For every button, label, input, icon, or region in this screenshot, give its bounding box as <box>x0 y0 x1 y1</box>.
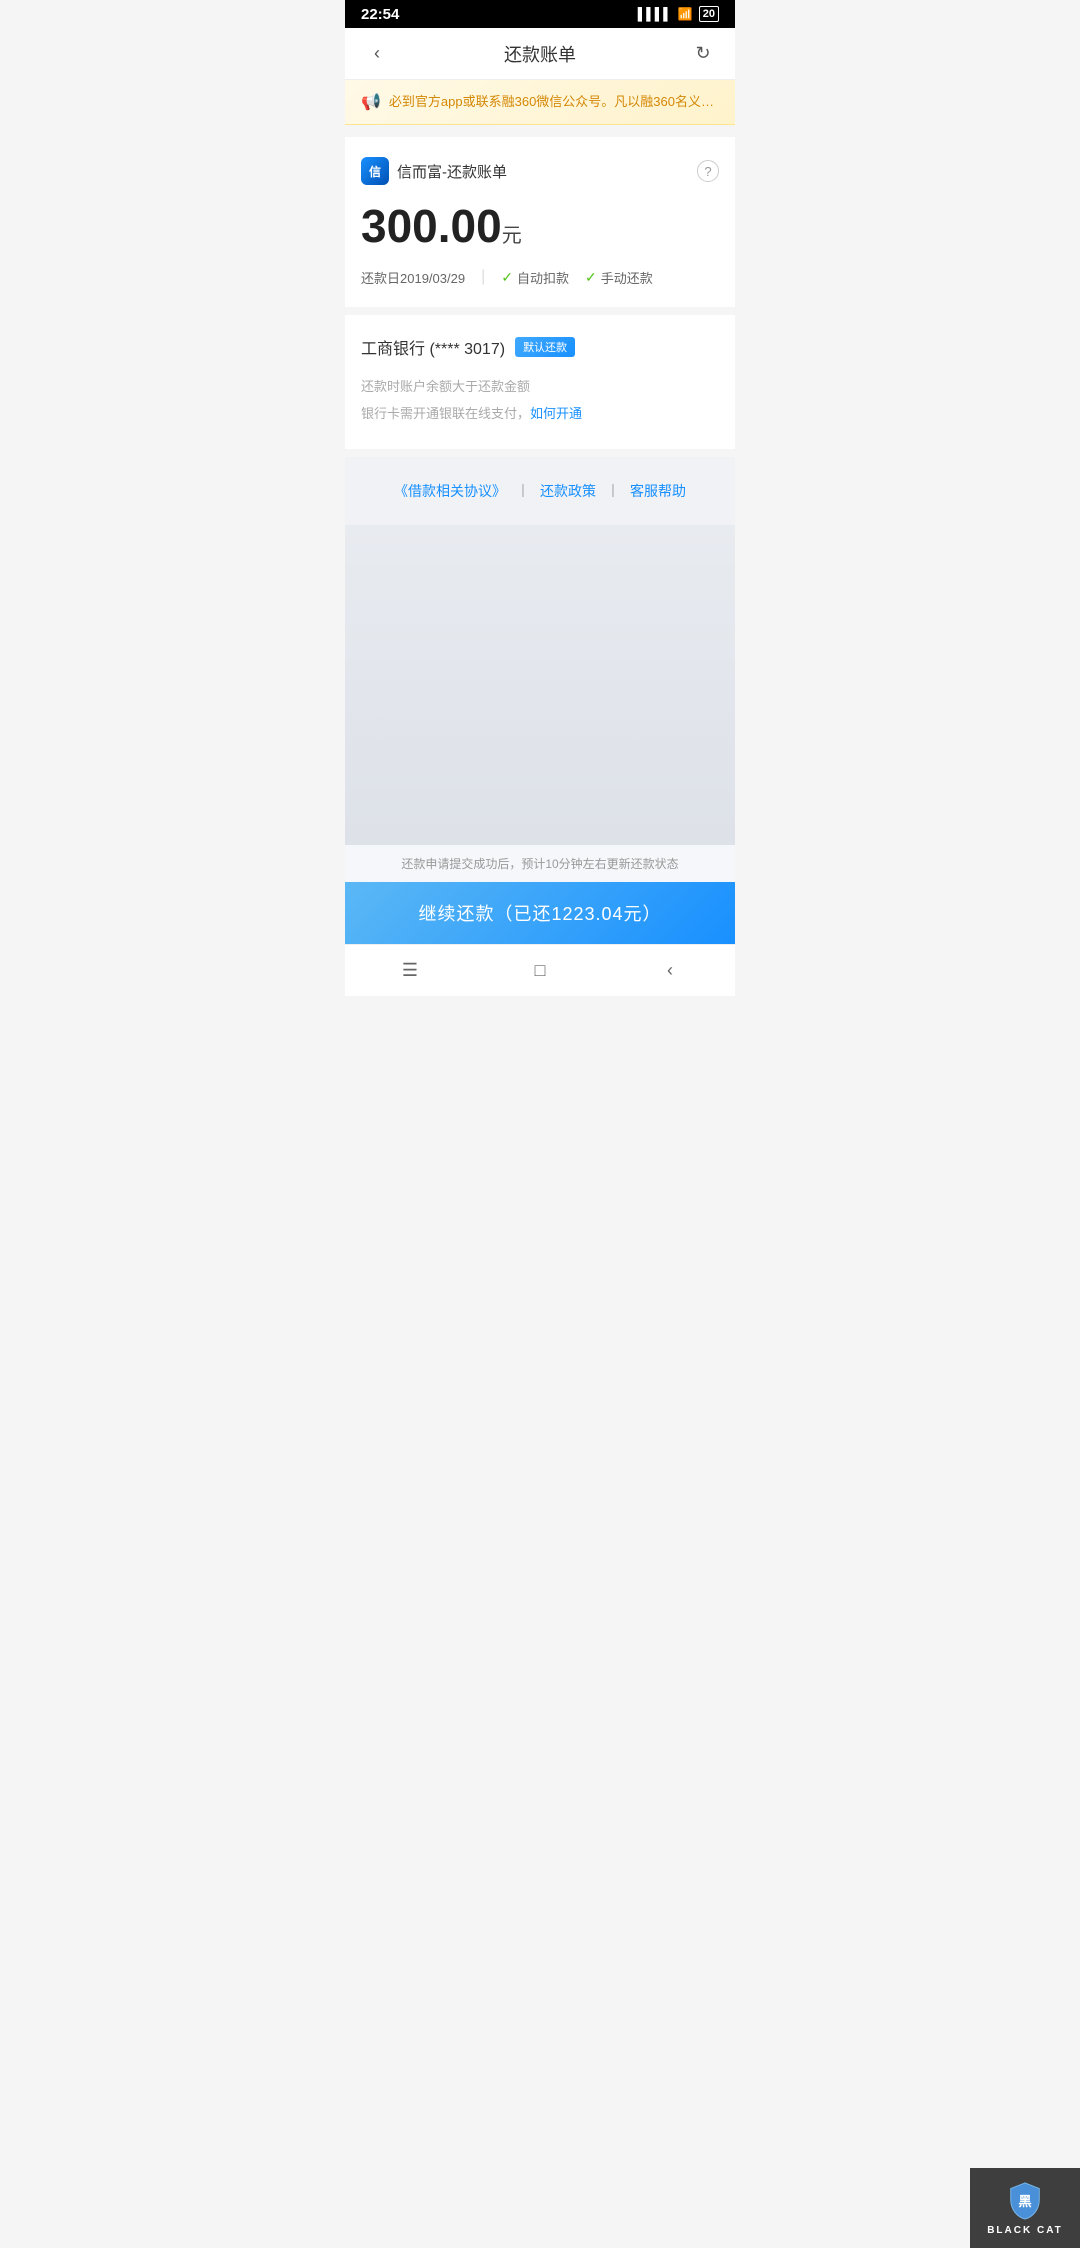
bank-header: 工商银行 (**** 3017) 默认还款 <box>361 335 719 359</box>
battery-icon: 20 <box>699 6 719 22</box>
refresh-button[interactable]: ↻ <box>687 38 719 70</box>
status-icons: ▌▌▌▌ 📶 20 <box>638 6 719 22</box>
service-name: 信而富-还款账单 <box>397 161 507 182</box>
status-bar: 22:54 ▌▌▌▌ 📶 20 <box>345 0 735 28</box>
bank-note-1: 还款时账户余额大于还款金额 <box>361 375 719 398</box>
default-badge: 默认还款 <box>515 337 575 357</box>
warning-icon: 📢 <box>361 92 381 112</box>
warning-text: 必到官方app或联系融360微信公众号。凡以融360名义催收的 <box>389 93 719 111</box>
how-to-enable-link[interactable]: 如何开通 <box>530 406 582 421</box>
svg-text:黑: 黑 <box>1018 2193 1032 2208</box>
check-icon-auto: ✓ <box>501 269 513 286</box>
help-button[interactable]: ? <box>697 160 719 182</box>
payment-date: 还款日2019/03/29 <box>361 268 465 287</box>
menu-button[interactable]: ☰ <box>388 949 432 993</box>
watermark-text: BLACK CAT <box>987 2225 1063 2236</box>
amount-display: 300.00元 <box>361 201 719 252</box>
home-button[interactable]: □ <box>518 949 562 993</box>
nav-bar: ‹ 还款账单 ↻ <box>345 28 735 80</box>
link-separator-2: 丨 <box>606 481 620 501</box>
bottom-notice: 还款申请提交成功后，预计10分钟左右更新还款状态 <box>345 845 735 882</box>
service-header: 信 信而富-还款账单 ? <box>361 157 719 185</box>
back-button[interactable]: ‹ <box>361 38 393 70</box>
page-title: 还款账单 <box>504 41 576 67</box>
link-separator-1: 丨 <box>516 481 530 501</box>
status-time: 22:54 <box>361 6 399 23</box>
wifi-icon: 📶 <box>678 7 693 21</box>
page-container: 22:54 ▌▌▌▌ 📶 20 ‹ 还款账单 ↻ 📢 必到官方app或联系融36… <box>345 0 735 996</box>
customer-service-link[interactable]: 客服帮助 <box>630 481 686 501</box>
manual-pay: ✓ 手动还款 <box>585 268 653 287</box>
amount-value: 300.00 <box>361 200 502 252</box>
bank-note-2: 银行卡需开通银联在线支付，如何开通 <box>361 402 719 425</box>
bank-name: 工商银行 (**** 3017) <box>361 335 505 359</box>
payment-divider: | <box>481 268 485 286</box>
bank-section: 工商银行 (**** 3017) 默认还款 还款时账户余额大于还款金额 银行卡需… <box>345 315 735 450</box>
amount-unit: 元 <box>502 225 522 247</box>
service-logo: 信 <box>361 157 389 185</box>
main-content-card: 信 信而富-还款账单 ? 300.00元 还款日2019/03/29 | ✓ 自… <box>345 137 735 307</box>
warning-banner: 📢 必到官方app或联系融360微信公众号。凡以融360名义催收的 <box>345 80 735 125</box>
cta-button[interactable]: 继续还款（已还1223.04元） <box>345 882 735 944</box>
amount-section: 300.00元 <box>361 201 719 252</box>
shield-icon: 黑 <box>1007 2181 1043 2221</box>
loan-agreement-link[interactable]: 《借款相关协议》 <box>394 481 506 501</box>
links-section: 《借款相关协议》 丨 还款政策 丨 客服帮助 <box>345 457 735 525</box>
gray-area <box>345 525 735 845</box>
payment-meta: 还款日2019/03/29 | ✓ 自动扣款 ✓ 手动还款 <box>361 268 719 287</box>
repay-policy-link[interactable]: 还款政策 <box>540 481 596 501</box>
auto-deduct: ✓ 自动扣款 <box>501 268 569 287</box>
watermark: 黑 BLACK CAT <box>970 2168 1080 2248</box>
signal-icon: ▌▌▌▌ <box>638 7 672 21</box>
service-logo-text: 信 <box>369 163 381 180</box>
service-info: 信 信而富-还款账单 <box>361 157 507 185</box>
check-icon-manual: ✓ <box>585 269 597 286</box>
bottom-nav: ☰ □ ‹ <box>345 944 735 996</box>
nav-back-button[interactable]: ‹ <box>648 949 692 993</box>
